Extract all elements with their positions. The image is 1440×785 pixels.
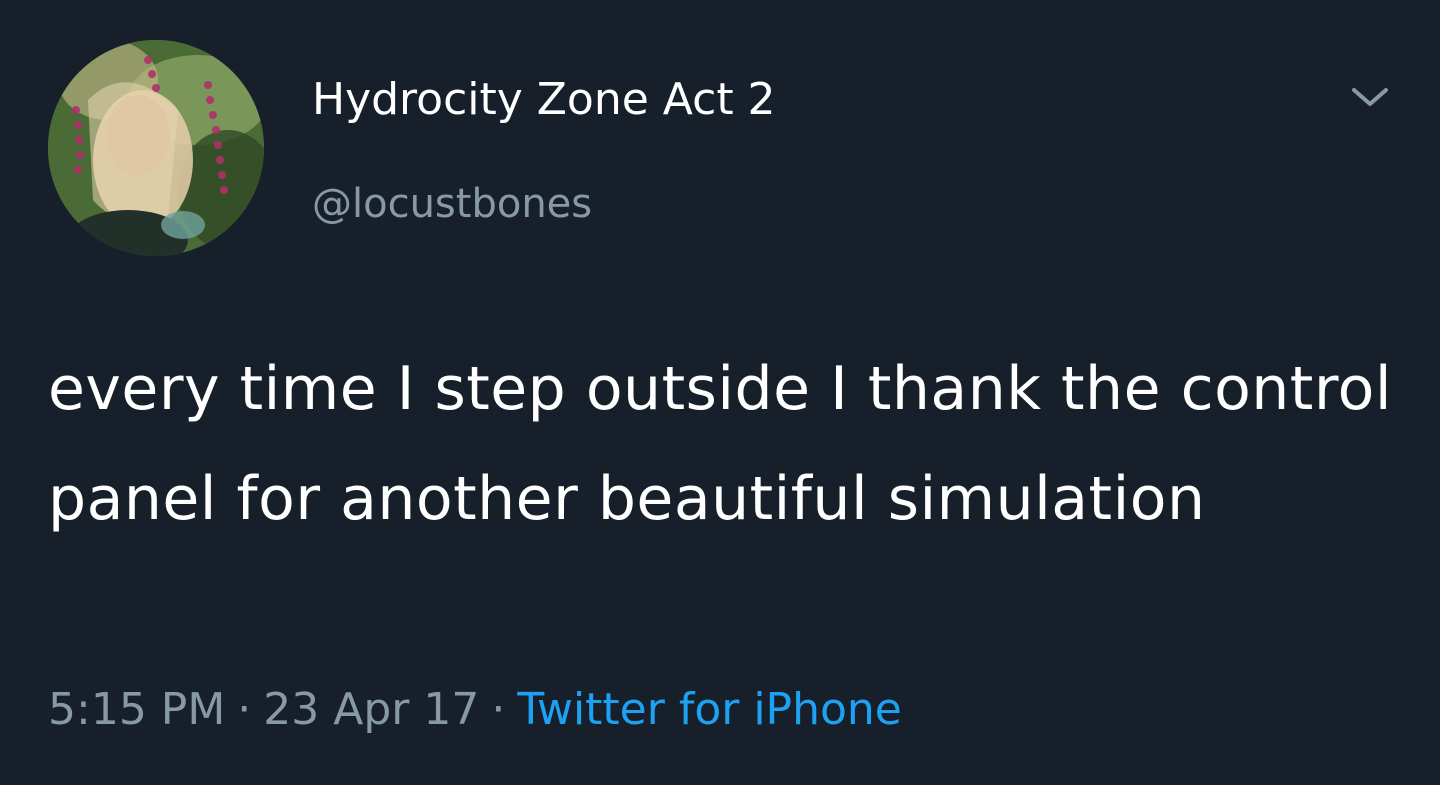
chevron-down-icon [1352, 88, 1388, 106]
tweet-menu-button[interactable] [1348, 80, 1392, 114]
separator-dot: · [237, 684, 252, 735]
tweet-date[interactable]: 23 Apr 17 [263, 684, 479, 735]
display-name[interactable]: Hydrocity Zone Act 2 [312, 74, 776, 125]
avatar[interactable] [48, 40, 264, 256]
tweet-text: every time I step outside I thank the co… [48, 354, 1393, 534]
tweet-source-link[interactable]: Twitter for iPhone [517, 684, 901, 735]
tweet-metadata: 5:15 PM · 23 Apr 17 · Twitter for iPhone [48, 684, 902, 735]
tweet-time[interactable]: 5:15 PM [48, 684, 225, 735]
user-handle[interactable]: @locustbones [312, 181, 592, 227]
separator-dot: · [491, 684, 506, 735]
avatar-image [48, 40, 264, 256]
